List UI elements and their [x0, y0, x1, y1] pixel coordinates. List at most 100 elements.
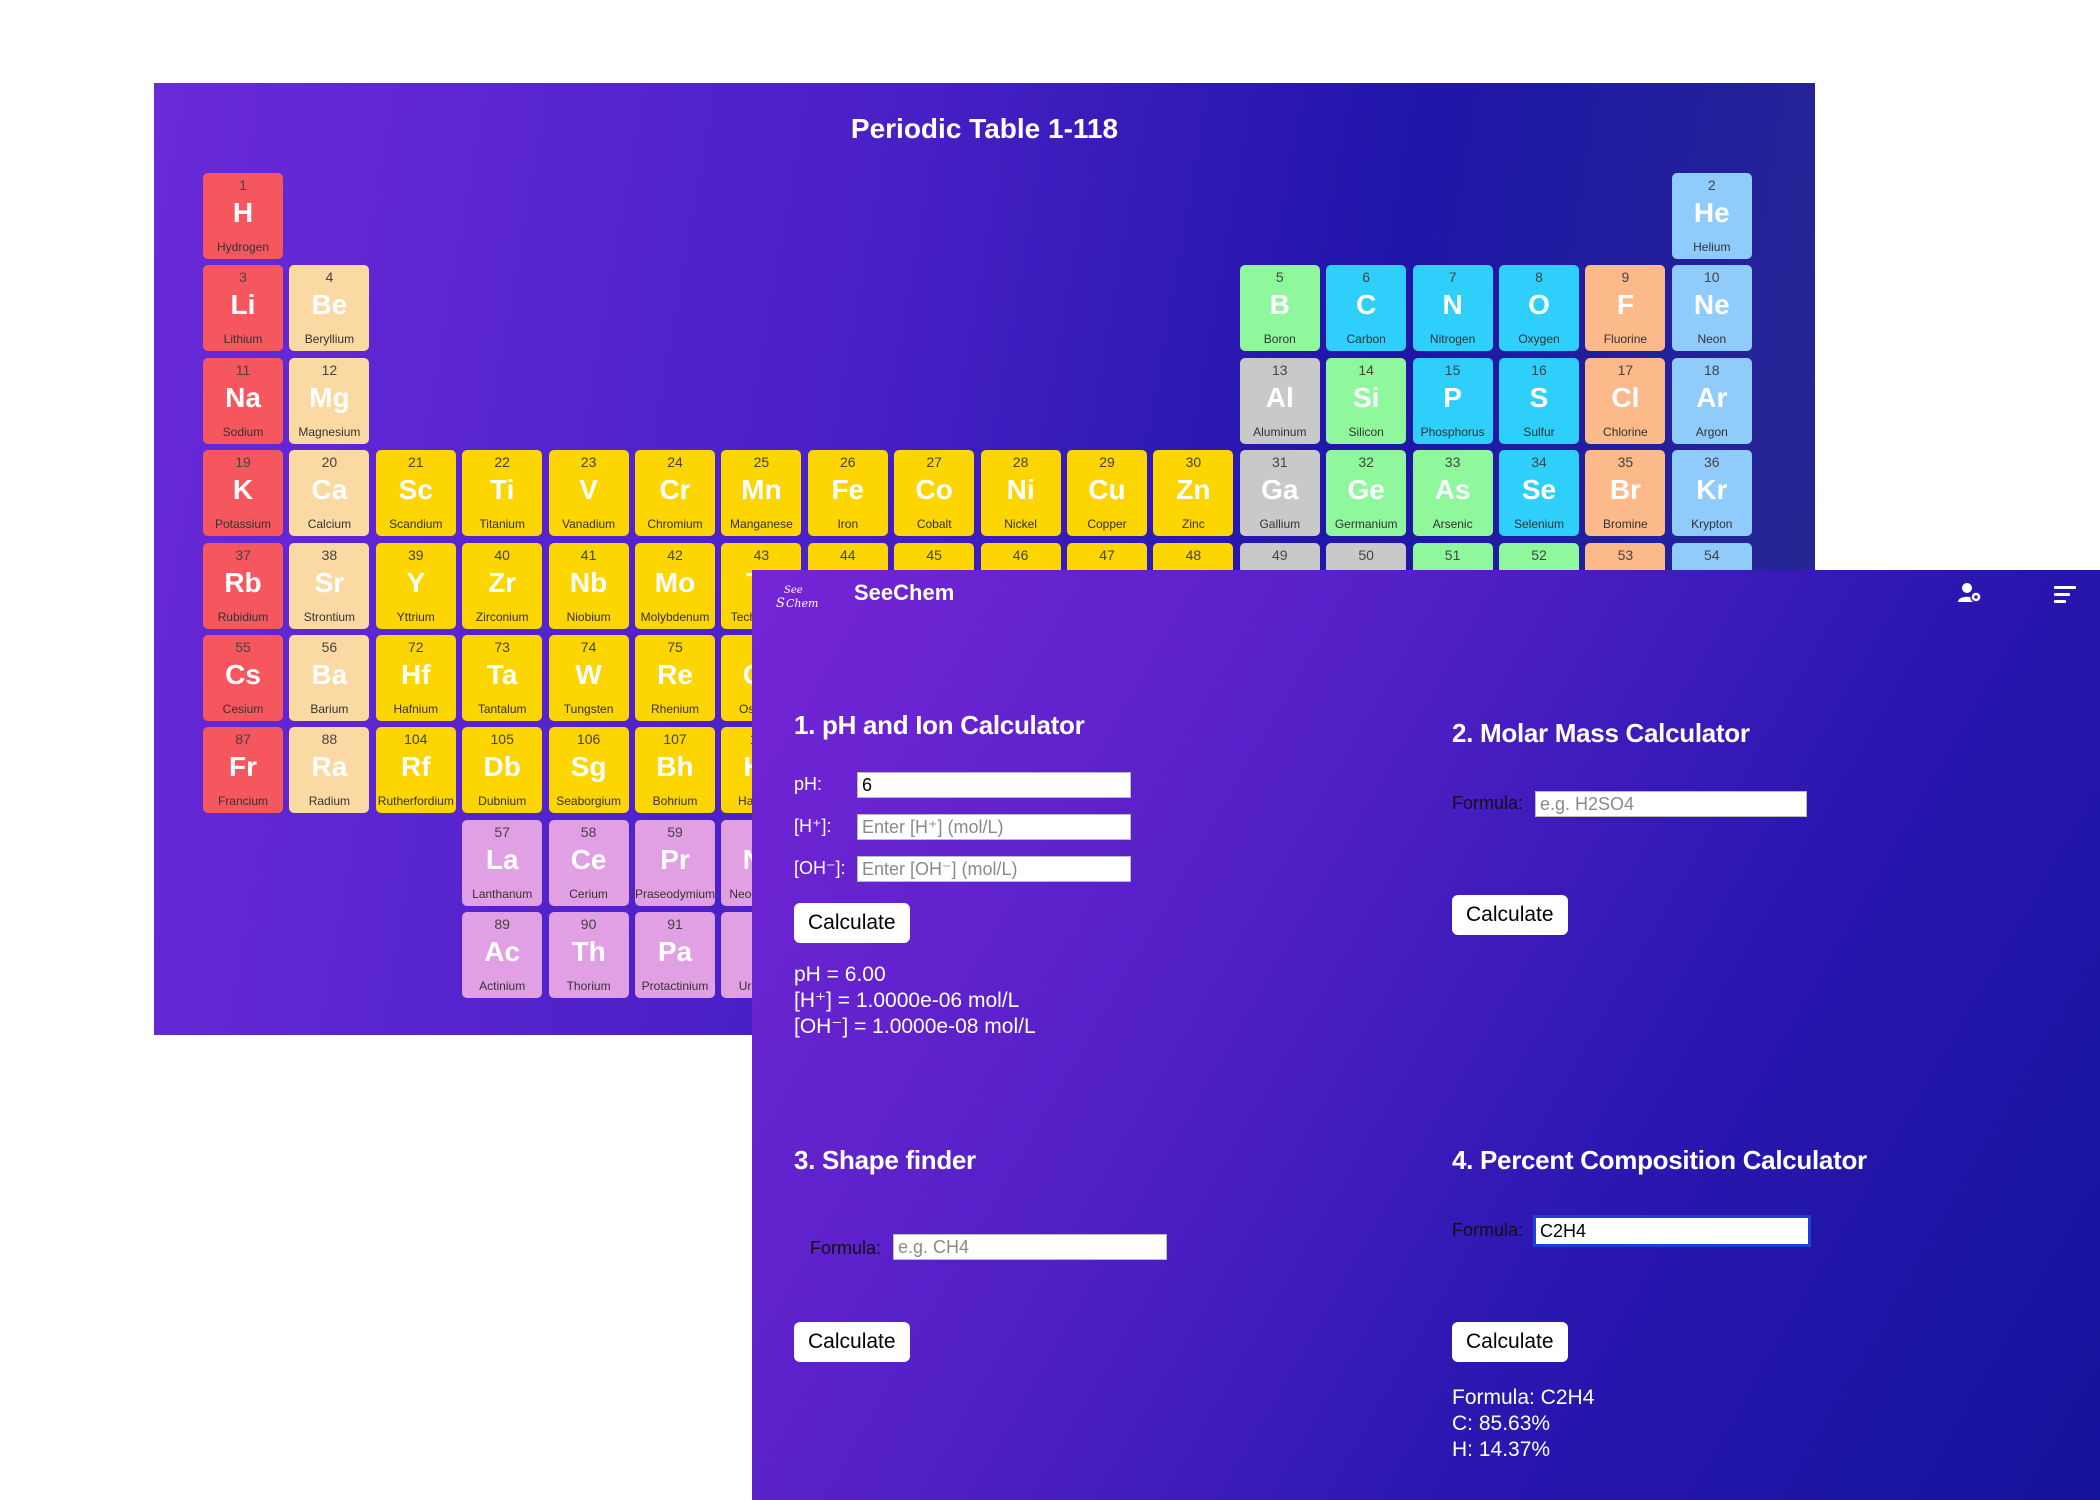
element-number: 9	[1621, 269, 1630, 286]
element-name: Francium	[217, 794, 268, 809]
element-cell[interactable]: 37 Rb Rubidium	[203, 542, 283, 629]
element-cell[interactable]: 26 Fe Iron	[807, 450, 888, 537]
element-cell[interactable]: 107 Bh Bohrium	[635, 727, 715, 814]
element-cell[interactable]: 24 Cr Chromium	[635, 450, 715, 537]
percent-composition-calculate-button[interactable]: Calculate	[1452, 1322, 1568, 1362]
element-cell[interactable]: 75 Re Rhenium	[635, 635, 715, 721]
element-cell[interactable]: 30 Zn Zinc	[1153, 450, 1234, 537]
element-cell[interactable]: 34 Se Selenium	[1499, 450, 1579, 537]
element-cell[interactable]: 11 Na Sodium	[203, 357, 283, 444]
element-cell[interactable]: 2 He Helium	[1671, 173, 1752, 259]
element-cell[interactable]: 3 Li Lithium	[203, 265, 283, 352]
element-cell[interactable]: 32 Ge Germanium	[1326, 450, 1407, 537]
element-cell[interactable]: 17 Cl Chlorine	[1585, 357, 1666, 444]
element-cell[interactable]: 57 La Lanthanum	[462, 819, 543, 906]
element-number: 41	[580, 546, 597, 563]
element-symbol: Be	[311, 289, 348, 321]
ph-input[interactable]	[857, 772, 1131, 798]
element-cell[interactable]: 21 Sc Scandium	[375, 450, 456, 537]
h-ion-label: [H⁺]:	[794, 816, 832, 836]
element-symbol: As	[1434, 474, 1471, 506]
element-name: Titanium	[479, 517, 525, 532]
element-symbol: Zr	[488, 566, 517, 598]
element-cell[interactable]: 13 Al Aluminum	[1239, 357, 1320, 444]
element-cell[interactable]: 39 Y Yttrium	[375, 542, 456, 629]
element-name: Sulfur	[1523, 424, 1555, 439]
element-cell[interactable]: 72 Hf Hafnium	[375, 635, 456, 721]
element-name: Beryllium	[304, 332, 355, 347]
element-symbol: Ta	[486, 659, 518, 690]
element-number: 49	[1272, 546, 1288, 563]
element-cell[interactable]: 106 Sg Seaborgium	[548, 727, 629, 814]
element-cell[interactable]: 25 Mn Manganese	[721, 450, 802, 537]
element-cell[interactable]: 15 P Phosphorus	[1412, 357, 1493, 444]
element-number: 29	[1099, 454, 1115, 471]
element-cell[interactable]: 14 Si Silicon	[1326, 357, 1407, 444]
element-number: 26	[840, 454, 856, 471]
element-number: 20	[321, 454, 338, 471]
oh-ion-input[interactable]	[857, 856, 1131, 882]
element-cell[interactable]: 23 V Vanadium	[548, 450, 629, 537]
element-cell[interactable]: 22 Ti Titanium	[462, 450, 543, 537]
element-cell[interactable]: 10 Ne Neon	[1671, 265, 1752, 352]
element-cell[interactable]: 42 Mo Molybdenum	[635, 542, 715, 629]
element-cell[interactable]: 88 Ra Radium	[289, 727, 370, 814]
element-cell[interactable]: 1 H Hydrogen	[203, 173, 283, 259]
element-cell[interactable]: 38 Sr Strontium	[289, 542, 370, 629]
h-ion-input[interactable]	[857, 814, 1131, 840]
element-cell[interactable]: 90 Th Thorium	[548, 912, 629, 999]
hamburger-menu-icon[interactable]	[2052, 582, 2078, 608]
element-name: Seaborgium	[556, 794, 621, 809]
element-cell[interactable]: 31 Ga Gallium	[1239, 450, 1320, 537]
molar-mass-formula-label: Formula:	[1452, 793, 1524, 813]
ph-label: pH:	[794, 774, 823, 794]
element-symbol: Rb	[224, 566, 262, 598]
element-cell[interactable]: 55 Cs Cesium	[203, 635, 283, 721]
percent-composition-formula-input[interactable]	[1533, 1215, 1811, 1247]
element-cell[interactable]: 6 C Carbon	[1326, 265, 1407, 352]
shape-finder-calculate-button[interactable]: Calculate	[794, 1322, 910, 1362]
element-cell[interactable]: 7 N Nitrogen	[1412, 265, 1493, 352]
element-number: 10	[1704, 269, 1720, 286]
element-cell[interactable]: 35 Br Bromine	[1585, 450, 1666, 537]
element-cell[interactable]: 104 Rf Rutherfordium	[375, 727, 456, 814]
element-number: 58	[580, 823, 597, 840]
element-number: 25	[753, 454, 770, 471]
element-cell[interactable]: 58 Ce Cerium	[548, 819, 629, 906]
element-name: Rutherfordium	[377, 794, 454, 809]
element-cell[interactable]: 36 Kr Krypton	[1671, 450, 1752, 537]
element-cell[interactable]: 9 F Fluorine	[1585, 265, 1666, 352]
element-cell[interactable]: 59 Pr Praseodymium	[635, 819, 715, 906]
element-cell[interactable]: 8 O Oxygen	[1499, 265, 1579, 352]
element-cell[interactable]: 12 Mg Magnesium	[289, 357, 370, 444]
element-cell[interactable]: 16 S Sulfur	[1499, 357, 1579, 444]
element-cell[interactable]: 19 K Potassium	[203, 450, 283, 537]
element-cell[interactable]: 89 Ac Actinium	[462, 912, 543, 999]
molar-mass-calculate-button[interactable]: Calculate	[1452, 895, 1568, 935]
element-cell[interactable]: 87 Fr Francium	[203, 727, 283, 814]
ph-calculate-button[interactable]: Calculate	[794, 903, 910, 943]
element-number: 52	[1531, 546, 1547, 563]
element-cell[interactable]: 73 Ta Tantalum	[462, 635, 543, 721]
element-cell[interactable]: 91 Pa Protactinium	[635, 912, 715, 999]
element-cell[interactable]: 27 Co Cobalt	[894, 450, 975, 537]
seechem-logo[interactable]: See S Chem	[774, 582, 818, 612]
element-cell[interactable]: 56 Ba Barium	[289, 635, 370, 721]
user-gear-icon[interactable]	[1957, 580, 1983, 606]
element-cell[interactable]: 105 Db Dubnium	[462, 727, 543, 814]
element-cell[interactable]: 28 Ni Nickel	[980, 450, 1061, 537]
molar-mass-formula-input[interactable]	[1535, 791, 1807, 817]
element-cell[interactable]: 5 B Boron	[1239, 265, 1320, 352]
element-cell[interactable]: 29 Cu Copper	[1067, 450, 1147, 537]
element-number: 90	[580, 916, 597, 933]
element-cell[interactable]: 18 Ar Argon	[1671, 357, 1752, 444]
element-cell[interactable]: 4 Be Beryllium	[289, 265, 370, 352]
app-brand-name[interactable]: SeeChem	[854, 580, 954, 606]
element-cell[interactable]: 41 Nb Niobium	[548, 542, 629, 629]
element-cell[interactable]: 74 W Tungsten	[548, 635, 629, 721]
shape-finder-formula-input[interactable]	[893, 1234, 1167, 1260]
element-cell[interactable]: 20 Ca Calcium	[289, 450, 370, 537]
element-cell[interactable]: 40 Zr Zirconium	[462, 542, 543, 629]
element-cell[interactable]: 33 As Arsenic	[1412, 450, 1493, 537]
element-number: 19	[235, 454, 251, 471]
